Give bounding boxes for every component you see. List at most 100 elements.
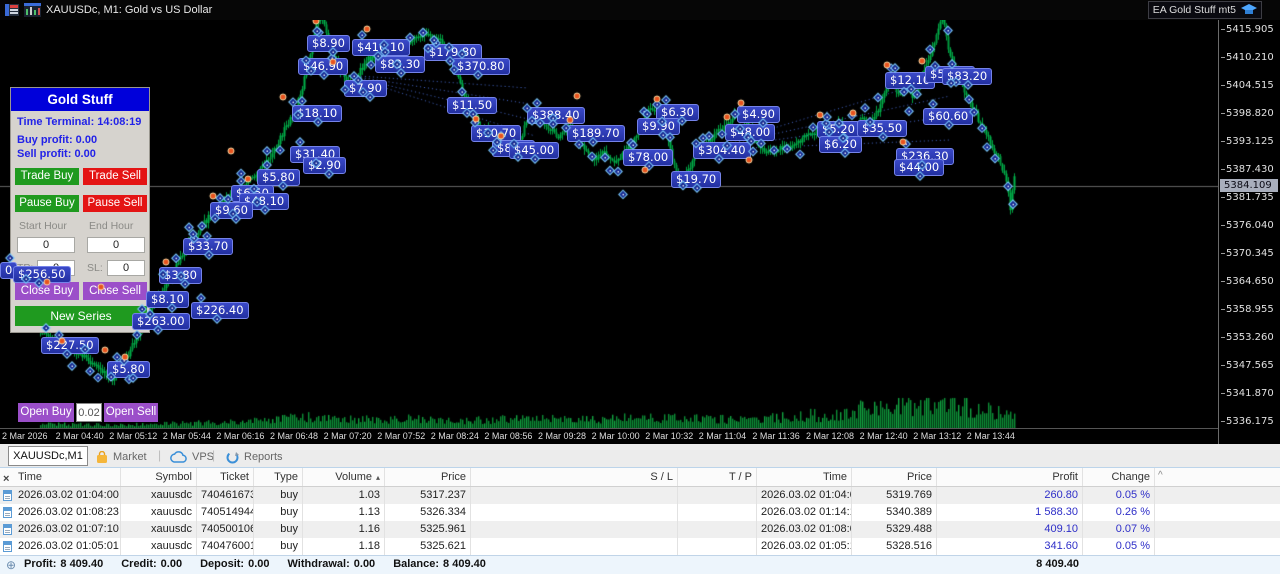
cell-change: 0.05 % [1083,487,1155,504]
price-label: $18.10 [292,105,343,122]
price-label: $226.40 [191,302,249,319]
column-header-time[interactable]: Time [14,468,121,486]
price-label: $9.60 [210,202,253,219]
price-label: $78.00 [623,149,674,166]
price-label: $19.70 [671,171,722,188]
cell-symbol: xauusdc [121,521,197,538]
order-doc-icon [3,490,12,501]
tab-reports[interactable]: Reports [226,448,283,466]
mt5-window: XAUUSDc, M1: Gold vs US Dollar EA Gold S… [0,0,1280,574]
column-header-type[interactable]: Type [254,468,303,486]
price-label: $60.60 [923,108,974,125]
tab-vps[interactable]: VPS [170,448,214,466]
price-label: $4.90 [737,106,780,123]
pause-sell-button[interactable]: Pause Sell [83,195,147,212]
reports-icon [226,451,239,463]
table-row[interactable]: 2026.03.02 01:04:00 xauusdc 740461673 buy 1.… [0,487,1280,504]
price-tick: 5370.345 [1221,248,1274,260]
cell-price: 5325.961 [385,521,471,538]
market-bag-icon [97,450,107,463]
chart-canvas[interactable] [0,20,1218,428]
cell-tp [678,504,757,521]
column-header-profit[interactable]: Profit [937,468,1083,486]
column-header-change[interactable]: Change [1083,468,1155,486]
summary-deposit: Deposit: 0.00 [200,558,270,570]
sell-profit-label: Sell profit: 0.00 [17,148,96,160]
price-tick: 5398.820 [1221,108,1274,120]
price-label: $304.40 [693,142,751,159]
sl-label: SL: [87,262,103,274]
new-series-button[interactable]: New Series [15,306,147,326]
sl-input[interactable] [107,260,145,276]
trade-sell-button[interactable]: Trade Sell [83,168,147,185]
time-axis[interactable]: 2 Mar 2026 2 Mar 04:40 2 Mar 05:12 2 Mar 05… [0,428,1218,444]
cell-profit: 260.80 [937,487,1083,504]
account-summary: Profit: 8 409.40 Credit: 0.00 Deposit: 0.00 Wi… [24,558,490,570]
time-tick: 2 Mar 07:20 [323,431,372,441]
expand-icon[interactable]: ⊕ [6,558,16,572]
column-header-price2[interactable]: Price [852,468,937,486]
price-axis[interactable]: 5415.905 5410.210 5404.515 5398.820 5393.125… [1218,20,1280,444]
cell-time: 2026.03.02 01:04:00 [14,487,121,504]
cell-change: 0.07 % [1083,521,1155,538]
row-icon-cell [0,538,14,555]
price-label: $11.50 [447,97,498,114]
cell-profit: 341.60 [937,538,1083,555]
price-label: $83.20 [942,68,993,85]
tab-market[interactable]: Market [96,448,147,466]
cell-price: 5317.237 [385,487,471,504]
row-icon-cell [0,487,14,504]
column-header-symbol[interactable]: Symbol [121,468,197,486]
cell-volume: 1.16 [303,521,385,538]
price-label: $35.50 [857,120,908,137]
table-row[interactable]: 2026.03.02 01:07:10 xauusdc 740500106 buy 1.… [0,521,1280,538]
start-hour-input[interactable] [17,237,75,253]
chart-window-icon [24,3,41,17]
price-tick: 5376.040 [1221,220,1274,232]
column-header-time2[interactable]: Time [757,468,852,486]
end-hour-input[interactable] [87,237,145,253]
price-label: $2.90 [303,157,346,174]
tab-chart-active[interactable]: XAUUSDc,M1 [8,446,88,466]
cell-type: buy [254,538,303,555]
price-label: $256.50 [13,266,71,283]
cell-volume: 1.18 [303,538,385,555]
open-buy-button[interactable]: Open Buy [18,403,74,422]
column-header-sl[interactable]: S / L [471,468,678,486]
chart-area[interactable]: Gold Stuff Time Terminal: 14:08:19 Buy p… [0,20,1218,428]
table-row[interactable]: 2026.03.02 01:05:01 xauusdc 740476001 buy 1.… [0,538,1280,555]
column-header-price[interactable]: Price [385,468,471,486]
cell-sl [471,538,678,555]
time-tick: 2 Mar 07:52 [377,431,426,441]
price-tick: 5387.430 [1221,164,1274,176]
close-buy-button[interactable]: Close Buy [15,282,79,300]
tab-market-label: Market [113,451,147,463]
column-header-tp[interactable]: T / P [678,468,757,486]
column-header-ticket[interactable]: Ticket [197,468,254,486]
time-tick: 2 Mar 13:12 [913,431,962,441]
summary-profit: Profit: 8 409.40 [24,558,104,570]
cell-price2: 5340.389 [852,504,937,521]
open-sell-button[interactable]: Open Sell [104,403,158,422]
close-sell-button[interactable]: Close Sell [83,282,147,300]
time-tick: 2 Mar 05:44 [162,431,211,441]
scroll-up-icon[interactable]: ^ [1158,470,1163,481]
chart-title: XAUUSDc, M1: Gold vs US Dollar [46,4,213,16]
price-label: $8.10 [146,291,189,308]
price-label: $388.40 [527,107,585,124]
table-header-icon-cell: × [0,468,14,486]
time-tick: 2 Mar 04:40 [55,431,104,441]
price-label: $44.00 [894,159,945,176]
cell-price2: 5319.769 [852,487,937,504]
title-bar: XAUUSDc, M1: Gold vs US Dollar EA Gold S… [0,0,1280,20]
price-tick: 5410.210 [1221,52,1274,64]
table-row[interactable]: 2026.03.02 01:08:23 xauusdc 740514944 buy 1.… [0,504,1280,521]
cell-tp [678,538,757,555]
column-header-volume[interactable]: Volume ▴ [303,468,385,486]
cell-price2: 5328.516 [852,538,937,555]
trade-buy-button[interactable]: Trade Buy [15,168,79,185]
lot-size-input[interactable] [76,403,102,422]
profit-column-total: 8 409.40 [1036,558,1079,570]
cell-type: buy [254,521,303,538]
pause-buy-button[interactable]: Pause Buy [15,195,79,212]
